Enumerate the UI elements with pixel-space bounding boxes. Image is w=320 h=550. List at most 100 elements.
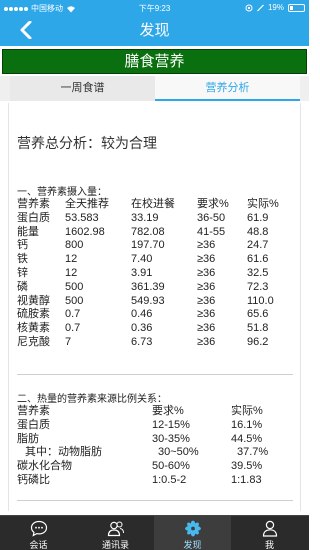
table-header-row: 营养素 要求% 实际%	[17, 405, 297, 419]
table-row: 视黄醇 500 549.93 ≥36 110.0	[17, 295, 297, 309]
tab-nutrition-analysis[interactable]: 营养分析	[155, 76, 300, 101]
table-cell: 61.6	[247, 253, 269, 266]
table-cell: 1602.98	[65, 225, 105, 238]
table-cell: 6.73	[131, 335, 153, 348]
table-cell: 197.70	[131, 239, 165, 252]
table-cell: 39.5%	[231, 460, 263, 473]
table-cell: 72.3	[247, 280, 269, 293]
tab-contacts-label: 通讯录	[101, 540, 129, 550]
discover-flower-icon	[184, 520, 201, 537]
table-cell: 0.36	[131, 322, 153, 335]
header-cell: 实际%	[247, 198, 279, 210]
tab-chat-label: 会话	[29, 540, 48, 550]
bottom-tab-bar: 会话 通讯录 发现 我	[0, 515, 309, 550]
table-row: 蛋白质 53.583 33.19 36-50 61.9	[17, 212, 297, 226]
table-row: 磷 500 361.39 ≥36 72.3	[17, 281, 297, 295]
table-row: 硫胺素 0.7 0.46 ≥36 65.6	[17, 308, 297, 322]
table-cell: 视黄醇	[17, 294, 50, 307]
table-cell: 48.8	[247, 225, 269, 238]
divider	[17, 500, 293, 501]
table-cell: 549.93	[131, 294, 165, 307]
energy-source-table: 营养素 要求% 实际% 蛋白质 12-15% 16.1% 脂肪 30-35% 4…	[17, 405, 297, 488]
table-cell: 361.39	[131, 280, 165, 293]
table-cell: 能量	[17, 225, 39, 238]
tab-chat[interactable]: 会话	[0, 516, 77, 550]
header-cell: 全天推荐	[65, 198, 109, 210]
tab-weekly-recipes[interactable]: 一周食谱	[10, 76, 155, 101]
table-row: 其中：动物脂肪 30~50% 37.7%	[17, 446, 297, 460]
table-cell: 碳水化合物	[17, 460, 72, 473]
header-cell: 要求%	[152, 405, 184, 417]
table-cell: 61.9	[247, 211, 269, 224]
table-cell: 磷	[17, 280, 28, 293]
table-cell: 110.0	[247, 294, 274, 307]
table-cell: 96.2	[247, 335, 269, 348]
table-row: 尼克酸 7 6.73 ≥36 96.2	[17, 336, 297, 350]
table-row: 碳水化合物 50-60% 39.5%	[17, 460, 297, 474]
chat-bubble-icon	[30, 520, 47, 537]
table-cell: ≥36	[197, 335, 216, 348]
person-icon	[262, 520, 277, 537]
table-cell: 782.08	[131, 225, 165, 238]
table-header-row: 营养素 全天推荐 在校进餐 要求% 实际%	[17, 198, 297, 212]
table-cell: 1:0.5-2	[152, 473, 187, 486]
nav-bar: 发现	[0, 16, 309, 46]
table-cell: 核黄素	[17, 322, 50, 335]
tab-discover-label: 发现	[183, 540, 202, 550]
table-cell: 12	[65, 253, 78, 266]
table-cell: ≥36	[197, 280, 216, 293]
tab-strip: 一周食谱 营养分析	[0, 76, 309, 101]
table-cell: 50-60%	[152, 460, 190, 473]
table-cell: 蛋白质	[17, 211, 50, 224]
rotation-lock-icon	[245, 4, 253, 11]
header-cell: 营养素	[17, 405, 50, 417]
table-cell: 500	[65, 280, 84, 293]
table-cell: 53.583	[65, 211, 99, 224]
table-cell: 尼克酸	[17, 335, 50, 348]
tab-contacts[interactable]: 通讯录	[77, 516, 154, 550]
table-row: 钙 800 197.70 ≥36 24.7	[17, 239, 297, 253]
table-cell: 30-35%	[152, 432, 190, 445]
table-row: 铁 12 7.40 ≥36 61.6	[17, 253, 297, 267]
table-cell: ≥36	[197, 239, 216, 252]
table-row: 能量 1602.98 782.08 41-55 48.8	[17, 226, 297, 240]
table-cell: 16.1%	[231, 418, 263, 431]
table-cell: 51.8	[247, 322, 269, 335]
table-cell: 44.5%	[231, 432, 263, 445]
table-cell: 脂肪	[17, 432, 39, 445]
battery-percent: 19%	[267, 3, 284, 12]
header-cell: 要求%	[197, 198, 229, 210]
table-cell: 12	[65, 266, 78, 279]
table-row: 锌 12 3.91 ≥36 32.5	[17, 267, 297, 281]
table-cell: 0.7	[65, 322, 81, 335]
status-right: 19%	[245, 3, 305, 12]
table-cell: 0.7	[65, 308, 81, 321]
table-cell: 蛋白质	[17, 418, 50, 431]
tab-me[interactable]: 我	[231, 516, 308, 550]
table-cell: 钙	[17, 239, 28, 252]
tab-discover[interactable]: 发现	[154, 516, 231, 550]
header-cell: 营养素	[17, 198, 50, 210]
table-cell: 800	[65, 239, 84, 252]
table-cell: 锌	[17, 266, 28, 279]
table-cell: 0.46	[131, 308, 153, 321]
divider	[17, 374, 293, 375]
table-cell: ≥36	[197, 294, 216, 307]
table-cell: 33.19	[131, 211, 159, 224]
tab-me-label: 我	[264, 540, 274, 550]
table-cell: 24.7	[247, 239, 269, 252]
analysis-summary: 营养总分析：较为合理	[17, 135, 157, 151]
table-cell: 硫胺素	[17, 308, 50, 321]
section-banner: 膳食营养	[2, 49, 307, 74]
table-row: 钙磷比 1:0.5-2 1:1.83	[17, 474, 297, 488]
nutrient-intake-table: 营养素 全天推荐 在校进餐 要求% 实际% 蛋白质 53.583 33.19 3…	[17, 198, 297, 350]
contacts-icon	[107, 521, 124, 537]
table-cell: 500	[65, 294, 84, 307]
table-cell: ≥36	[197, 308, 216, 321]
header-cell: 实际%	[231, 405, 263, 417]
battery-icon	[288, 3, 305, 12]
table-cell: 7.40	[131, 253, 153, 266]
table-cell: 41-55	[197, 225, 226, 238]
table-cell: 钙磷比	[17, 473, 50, 486]
header-cell: 在校进餐	[131, 198, 175, 210]
